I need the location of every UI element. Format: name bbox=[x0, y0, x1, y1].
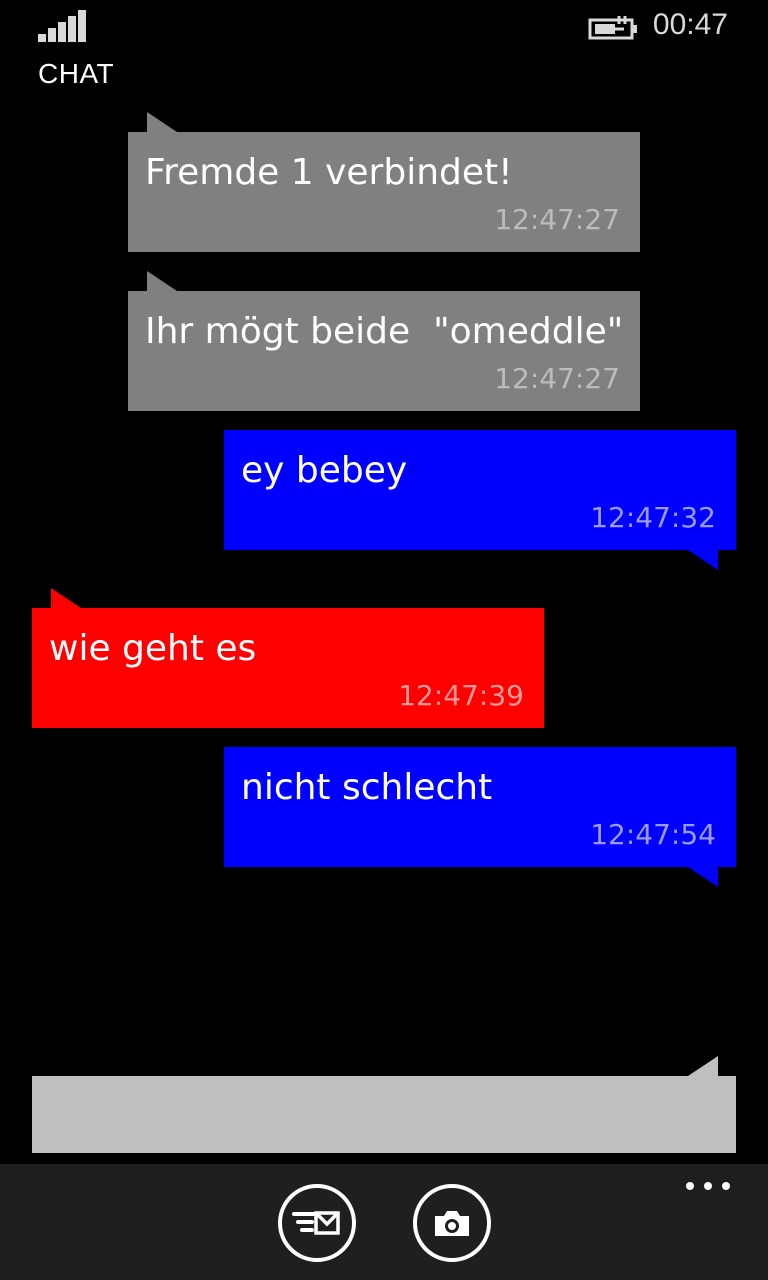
page-title: CHAT bbox=[38, 58, 115, 89]
bubble-tail bbox=[147, 112, 177, 132]
message-time: 12:47:27 bbox=[494, 203, 620, 236]
message-text: ey bebey bbox=[241, 450, 408, 491]
signal-strength-icon bbox=[38, 10, 88, 42]
message-text: Fremde 1 verbindet! bbox=[145, 152, 513, 193]
message-text: Ihr mögt beide "omeddle" bbox=[145, 311, 624, 352]
clock: 00:47 bbox=[652, 8, 728, 41]
status-bar: 00:47 bbox=[0, 0, 768, 56]
message-bubble-system: Fremde 1 verbindet! 12:47:27 bbox=[128, 112, 640, 252]
message-text: nicht schlecht bbox=[241, 767, 493, 808]
battery-charging-icon bbox=[588, 16, 637, 40]
bubble-tail bbox=[688, 867, 718, 887]
send-message-icon bbox=[292, 1211, 340, 1235]
message-composer[interactable] bbox=[32, 1076, 736, 1153]
message-input[interactable] bbox=[32, 1076, 736, 1153]
camera-button[interactable] bbox=[413, 1184, 491, 1262]
more-dots-icon[interactable] bbox=[686, 1178, 732, 1192]
bubble-tail bbox=[147, 271, 177, 291]
bubble-tail bbox=[688, 550, 718, 570]
message-bubble-me: nicht schlecht 12:47:54 bbox=[224, 747, 736, 887]
message-time: 12:47:32 bbox=[590, 501, 716, 534]
message-text: wie geht es bbox=[49, 628, 257, 669]
send-message-button[interactable] bbox=[278, 1184, 356, 1262]
message-bubble-stranger: wie geht es 12:47:39 bbox=[32, 588, 544, 728]
bubble-tail bbox=[51, 588, 81, 608]
message-time: 12:47:54 bbox=[590, 818, 716, 851]
message-time: 12:47:27 bbox=[494, 362, 620, 395]
message-bubble-system: Ihr mögt beide "omeddle" 12:47:27 bbox=[128, 271, 640, 411]
camera-icon bbox=[435, 1211, 469, 1236]
message-time: 12:47:39 bbox=[398, 679, 524, 712]
message-bubble-me: ey bebey 12:47:32 bbox=[224, 430, 736, 570]
app-bar bbox=[0, 1164, 768, 1280]
composer-tail bbox=[688, 1056, 718, 1076]
